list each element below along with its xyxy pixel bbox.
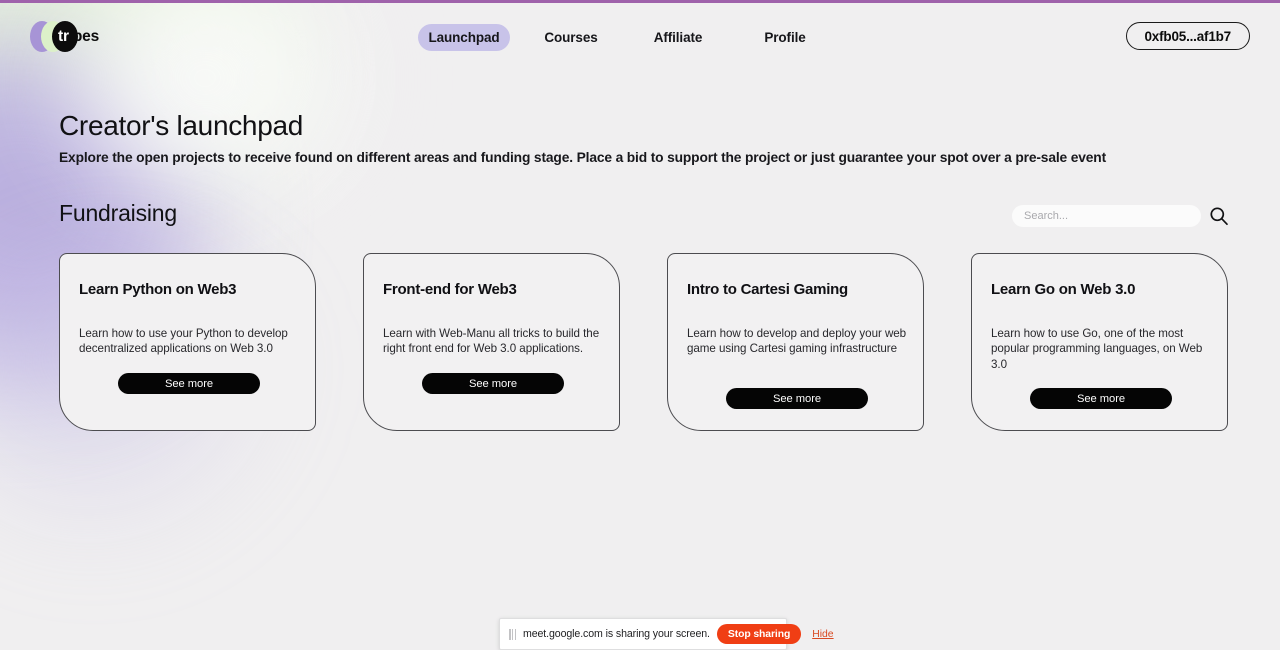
page-subtitle: Explore the open projects to receive fou… bbox=[59, 150, 1107, 165]
project-card[interactable]: Intro to Cartesi Gaming Learn how to dev… bbox=[667, 253, 924, 431]
see-more-button[interactable]: See more bbox=[1030, 388, 1172, 409]
see-more-button[interactable]: See more bbox=[422, 373, 564, 394]
brand-wordmark-prefix: tr bbox=[58, 28, 69, 45]
project-card-description: Learn how to develop and deploy your web… bbox=[687, 327, 907, 356]
project-card-title: Learn Python on Web3 bbox=[79, 281, 237, 298]
brand-logo[interactable]: tribes bbox=[30, 19, 135, 55]
project-card-description: Learn how to use Go, one of the most pop… bbox=[991, 327, 1203, 371]
search-bar bbox=[1012, 205, 1229, 227]
project-card-title: Learn Go on Web 3.0 bbox=[991, 281, 1136, 298]
nav-item-courses[interactable]: Courses bbox=[525, 24, 617, 51]
drag-grip-icon[interactable] bbox=[509, 628, 516, 640]
project-card-description: Learn with Web-Manu all tricks to build … bbox=[383, 327, 600, 356]
project-card[interactable]: Learn Python on Web3 Learn how to use yo… bbox=[59, 253, 316, 431]
nav-item-affiliate[interactable]: Affiliate bbox=[632, 24, 724, 51]
primary-nav: Launchpad Courses Affiliate Profile bbox=[418, 24, 831, 51]
brand-wordmark: tribes bbox=[58, 28, 99, 46]
wallet-address-button[interactable]: 0xfb05...af1b7 bbox=[1125, 22, 1250, 50]
fundraising-card-grid: Learn Python on Web3 Learn how to use yo… bbox=[59, 253, 1229, 431]
project-card[interactable]: Front-end for Web3 Learn with Web-Manu a… bbox=[363, 253, 620, 431]
top-accent-rule bbox=[0, 0, 1280, 3]
brand-wordmark-suffix: ibes bbox=[68, 28, 100, 45]
nav-item-launchpad[interactable]: Launchpad bbox=[418, 24, 510, 51]
project-card-title: Front-end for Web3 bbox=[383, 281, 517, 298]
project-card-title: Intro to Cartesi Gaming bbox=[687, 281, 848, 298]
project-card-description: Learn how to use your Python to develop … bbox=[79, 327, 288, 356]
site-header: tribes Launchpad Courses Affiliate Profi… bbox=[0, 3, 1280, 65]
search-input[interactable] bbox=[1012, 205, 1201, 227]
search-icon[interactable] bbox=[1209, 206, 1229, 226]
stop-sharing-button[interactable]: Stop sharing bbox=[716, 624, 802, 644]
screen-share-notification: meet.google.com is sharing your screen. … bbox=[499, 618, 834, 650]
hide-notification-link[interactable]: Hide bbox=[812, 629, 833, 640]
section-title-fundraising: Fundraising bbox=[59, 200, 177, 226]
nav-item-profile[interactable]: Profile bbox=[739, 24, 831, 51]
screen-share-message: meet.google.com is sharing your screen. bbox=[523, 628, 710, 640]
see-more-button[interactable]: See more bbox=[118, 373, 260, 394]
page-title: Creator's launchpad bbox=[59, 110, 304, 141]
project-card[interactable]: Learn Go on Web 3.0 Learn how to use Go,… bbox=[971, 253, 1228, 431]
see-more-button[interactable]: See more bbox=[726, 388, 868, 409]
